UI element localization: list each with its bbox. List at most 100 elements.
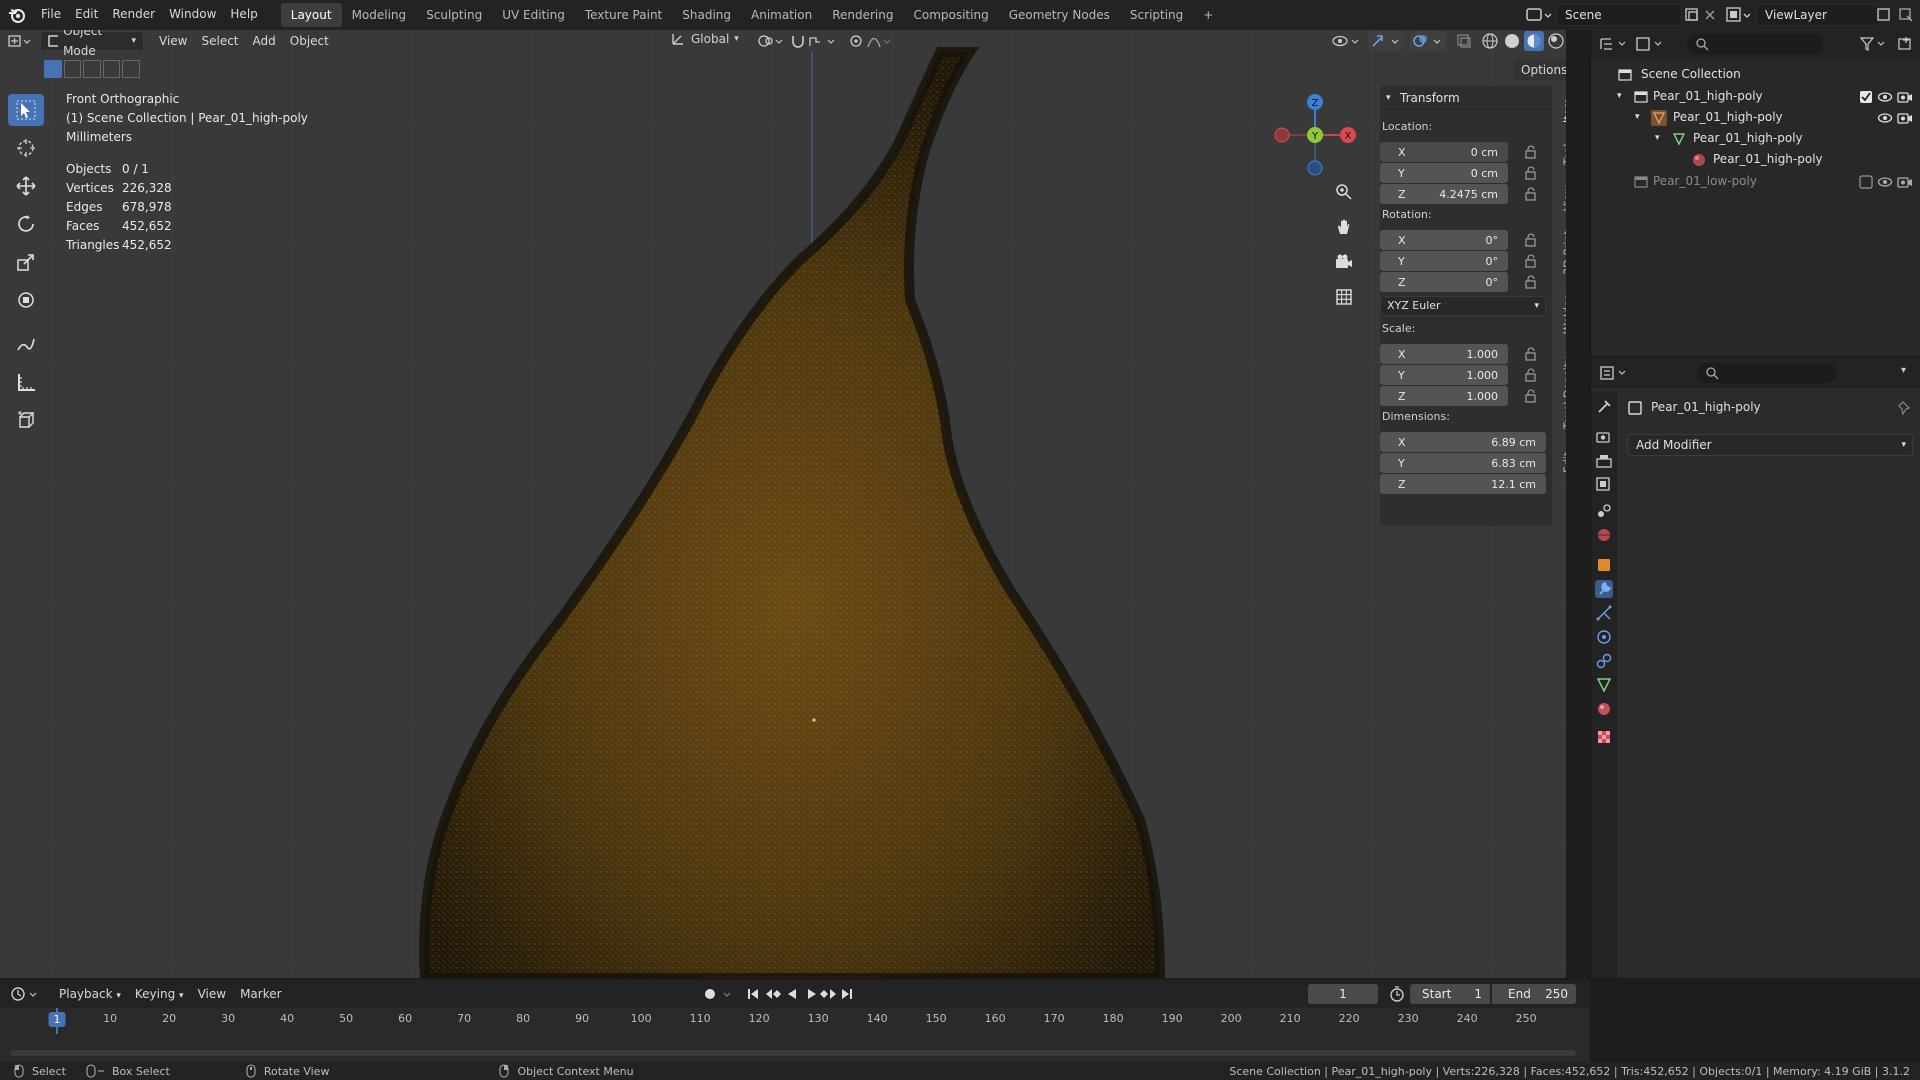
- rotation-x-field[interactable]: X 0°: [1380, 230, 1508, 250]
- delete-view-layer-icon[interactable]: [1898, 7, 1914, 23]
- menu-help[interactable]: Help: [223, 0, 264, 30]
- output-tab-icon[interactable]: [1595, 452, 1613, 470]
- current-frame-field[interactable]: 1: [1308, 984, 1378, 1004]
- move-tool[interactable]: [8, 170, 44, 202]
- outliner-editor-icon[interactable]: [1599, 36, 1631, 52]
- playback-menu[interactable]: Playback ▾: [52, 984, 128, 1004]
- location-z-field[interactable]: Z 4.2475 cm: [1380, 184, 1508, 204]
- timeline-view-menu[interactable]: View: [191, 984, 233, 1004]
- measure-tool[interactable]: [8, 366, 44, 398]
- gizmo-neg-z-axis[interactable]: [1307, 160, 1323, 176]
- select-intersect-icon[interactable]: [122, 60, 140, 78]
- start-frame-field[interactable]: Start 1: [1410, 984, 1490, 1004]
- filter-icon[interactable]: [1859, 36, 1889, 52]
- lock-icon[interactable]: [1524, 166, 1538, 180]
- menu-object[interactable]: Object: [283, 31, 336, 51]
- menu-edit[interactable]: Edit: [68, 0, 105, 30]
- select-box-tool[interactable]: [8, 94, 44, 126]
- camera-render-icon[interactable]: [1897, 90, 1913, 104]
- menu-add[interactable]: Add: [246, 31, 283, 51]
- scale-x-field[interactable]: X 1.000: [1380, 344, 1508, 364]
- pan-hand-icon[interactable]: [1334, 217, 1354, 237]
- checkbox-checked-icon[interactable]: [1859, 90, 1873, 104]
- sidebar-tab-3d-print[interactable]: 3D-Print: [1558, 224, 1567, 282]
- play-reverse-icon[interactable]: [788, 989, 796, 999]
- wireframe-shading-icon[interactable]: [1480, 31, 1500, 51]
- mesh-data-tab-icon[interactable]: [1595, 676, 1613, 694]
- jump-keyframe-forward-icon[interactable]: [820, 989, 836, 999]
- eye-icon[interactable]: [1877, 111, 1893, 125]
- particles-tab-icon[interactable]: [1595, 604, 1613, 622]
- outliner-row-scene-collection[interactable]: Scene Collection: [1591, 64, 1920, 85]
- tab-modeling[interactable]: Modeling: [342, 3, 417, 27]
- select-subtract-icon[interactable]: [83, 60, 101, 78]
- material-preview-icon[interactable]: [1524, 31, 1544, 51]
- tab-layout[interactable]: Layout: [280, 3, 342, 27]
- marker-menu[interactable]: Marker: [233, 984, 288, 1004]
- sidebar-tab-welder[interactable]: Welder: [1558, 288, 1567, 342]
- cursor-tool[interactable]: [8, 132, 44, 164]
- menu-view[interactable]: View: [152, 31, 194, 51]
- lock-icon[interactable]: [1524, 233, 1538, 247]
- view-layer-field[interactable]: ViewLayer: [1756, 4, 1880, 26]
- options-dropdown[interactable]: Options ▾: [1514, 60, 1566, 80]
- new-scene-icon[interactable]: [1684, 7, 1700, 23]
- menu-render[interactable]: Render: [105, 0, 162, 30]
- menu-select[interactable]: Select: [194, 31, 245, 51]
- scale-z-field[interactable]: Z 1.000: [1380, 386, 1508, 406]
- stopwatch-icon[interactable]: [1388, 985, 1406, 1003]
- rotation-y-field[interactable]: Y 0°: [1380, 251, 1508, 271]
- tool-tab-icon[interactable]: [1595, 398, 1613, 416]
- transform-panel-header[interactable]: ▾ Transform: [1380, 86, 1552, 110]
- outliner-row-mesh-data[interactable]: ▾ Pear_01_high-poly: [1591, 128, 1920, 149]
- overlays-toggle-icon[interactable]: [1410, 31, 1446, 51]
- rotate-tool[interactable]: [8, 208, 44, 240]
- ortho-grid-icon[interactable]: [1334, 287, 1354, 307]
- tab-rendering[interactable]: Rendering: [822, 3, 903, 27]
- tab-scripting[interactable]: Scripting: [1120, 3, 1193, 27]
- properties-search-input[interactable]: [1697, 363, 1837, 383]
- modifier-wrench-tab-icon[interactable]: [1595, 580, 1613, 598]
- render-tab-icon[interactable]: [1595, 428, 1613, 446]
- lock-icon[interactable]: [1524, 187, 1538, 201]
- navigation-gizmo[interactable]: Z X Y: [1270, 90, 1360, 180]
- outliner-row-collection-high-poly[interactable]: ▾ Pear_01_high-poly: [1591, 86, 1920, 107]
- gizmo-neg-x-axis[interactable]: [1274, 127, 1290, 143]
- outliner-row-collection-low-poly[interactable]: Pear_01_low-poly: [1591, 171, 1920, 192]
- tab-animation[interactable]: Animation: [741, 3, 822, 27]
- eye-icon[interactable]: [1877, 175, 1893, 189]
- chevron-down-icon[interactable]: ▾: [1635, 107, 1640, 128]
- tab-compositing[interactable]: Compositing: [903, 3, 998, 27]
- view-layer-tab-icon[interactable]: [1595, 476, 1613, 494]
- scene-tab-icon[interactable]: [1595, 502, 1613, 520]
- proportional-editing-icon[interactable]: [848, 32, 896, 50]
- texture-tab-icon[interactable]: [1595, 728, 1613, 746]
- play-icon[interactable]: [808, 989, 816, 999]
- sidebar-tab-item[interactable]: Item: [1558, 90, 1567, 130]
- tab-geometry-nodes[interactable]: Geometry Nodes: [999, 3, 1120, 27]
- tab-sculpting[interactable]: Sculpting: [416, 3, 492, 27]
- lock-icon[interactable]: [1524, 368, 1538, 382]
- chevron-down-icon[interactable]: ▾: [1901, 365, 1906, 376]
- rendered-shading-icon[interactable]: [1546, 31, 1566, 51]
- jump-end-icon[interactable]: [842, 989, 852, 999]
- auto-keying-record-icon[interactable]: [702, 985, 738, 1003]
- object-tab-icon[interactable]: [1595, 556, 1613, 574]
- dimension-y-field[interactable]: Y 6.83 cm: [1380, 453, 1546, 473]
- dimension-x-field[interactable]: X 6.89 cm: [1380, 432, 1546, 452]
- outliner-row-material[interactable]: Pear_01_high-poly: [1591, 149, 1920, 170]
- add-cube-tool[interactable]: [8, 404, 44, 436]
- outliner-search-input[interactable]: [1687, 34, 1823, 54]
- new-collection-icon[interactable]: [1897, 36, 1913, 52]
- solid-shading-icon[interactable]: [1502, 31, 1522, 51]
- display-mode-icon[interactable]: [1635, 36, 1667, 52]
- camera-render-icon[interactable]: [1897, 175, 1913, 189]
- world-tab-icon[interactable]: [1595, 526, 1613, 544]
- 3d-viewport[interactable]: Object Mode ▾ View Select Add Object Glo…: [0, 30, 1566, 978]
- blender-logo-icon[interactable]: [0, 0, 34, 30]
- select-new-icon[interactable]: [44, 60, 62, 78]
- end-frame-field[interactable]: End 250: [1492, 984, 1576, 1004]
- menu-file[interactable]: File: [34, 0, 68, 30]
- pin-icon[interactable]: [1897, 400, 1913, 416]
- transform-orientation-dropdown[interactable]: Global ▾: [670, 31, 739, 47]
